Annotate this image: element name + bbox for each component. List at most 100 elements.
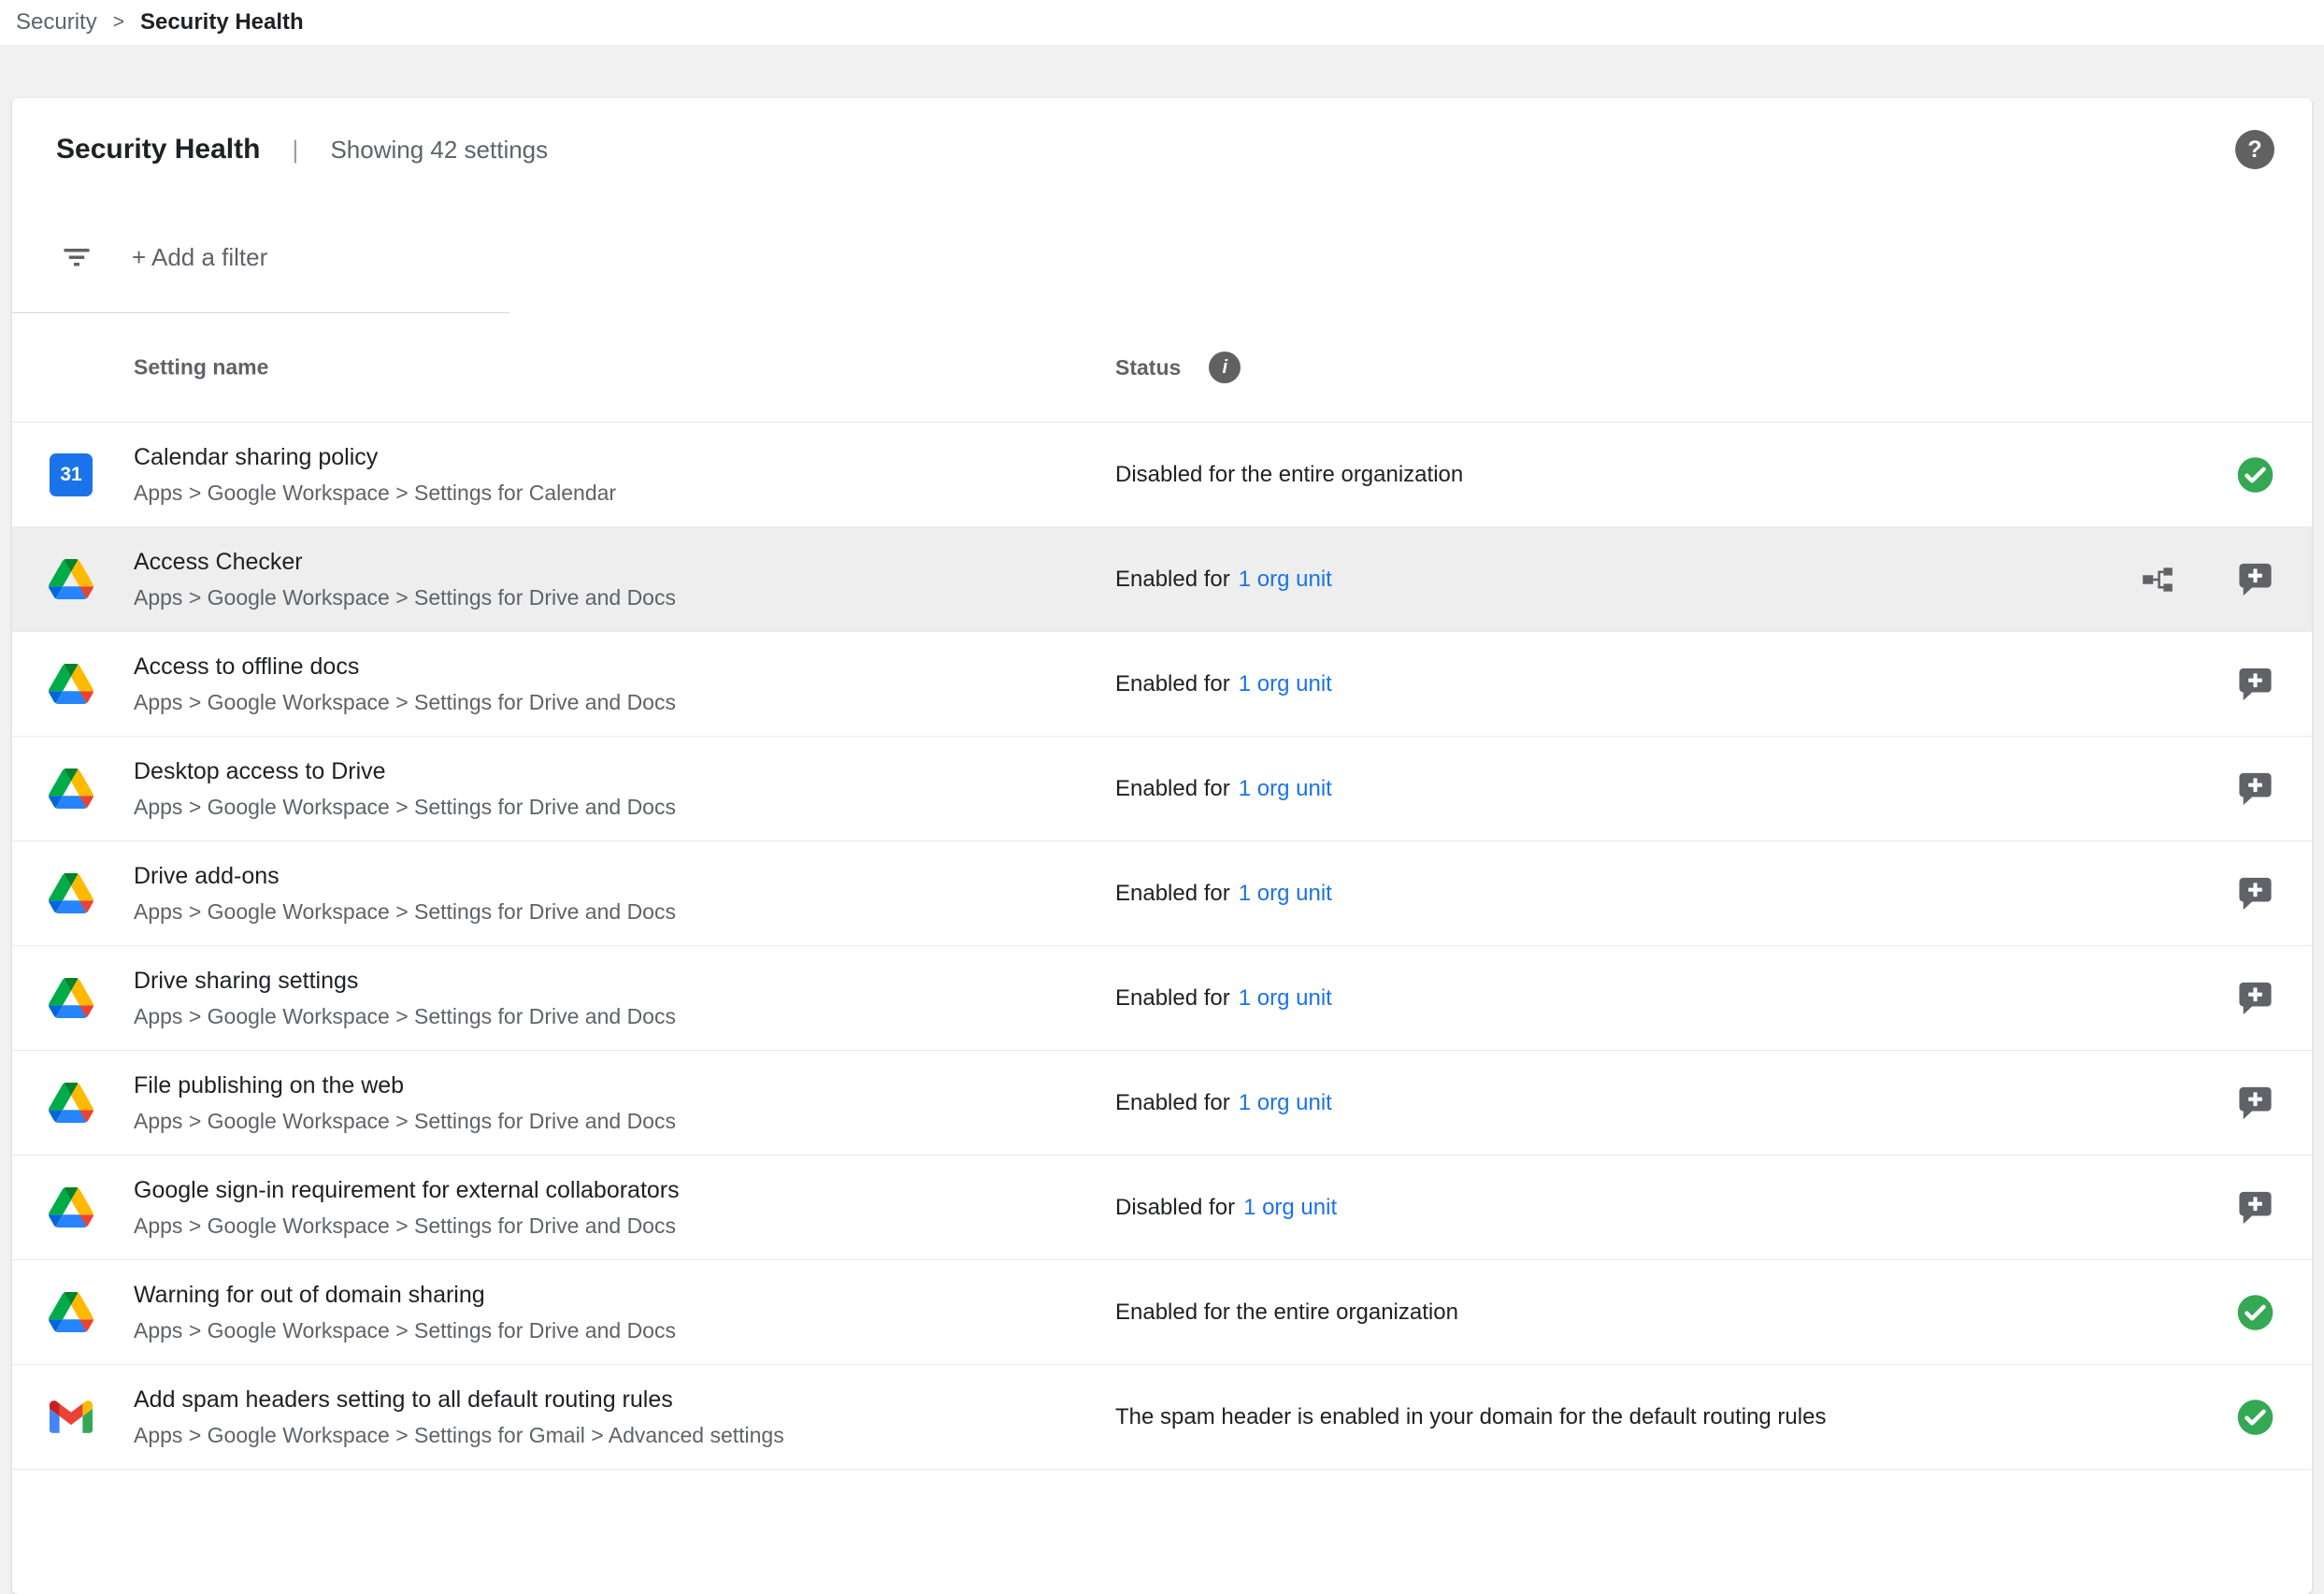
setting-path: Apps > Google Workspace > Settings for D… <box>134 585 676 610</box>
status-text: Enabled for <box>1115 776 1230 802</box>
drive-icon <box>49 1081 93 1126</box>
drive-icon <box>49 662 93 707</box>
setting-title: Desktop access to Drive <box>134 758 676 785</box>
setting-status: Enabled for 1 org unit <box>1115 567 1332 593</box>
setting-status: Enabled for 1 org unit <box>1115 776 1332 802</box>
setting-title: Google sign-in requirement for external … <box>134 1177 680 1204</box>
column-header-setting-name: Setting name <box>134 355 268 381</box>
org-unit-link[interactable]: 1 org unit <box>1239 567 1332 593</box>
status-ok-badge[interactable] <box>2236 455 2274 494</box>
table-row[interactable]: Google sign-in requirement for external … <box>12 1156 2312 1260</box>
drive-icon <box>49 871 93 916</box>
status-info-icon[interactable]: i <box>1209 352 1241 383</box>
gmail-icon <box>49 1395 93 1440</box>
status-text: Disabled for the entire organization <box>1115 462 1463 488</box>
drive-icon <box>49 1185 93 1230</box>
setting-path: Apps > Google Workspace > Settings for D… <box>134 1004 676 1029</box>
setting-path: Apps > Google Workspace > Settings for D… <box>134 1318 676 1343</box>
recommendation-badge[interactable] <box>2236 665 2274 703</box>
security-health-card: Security Health | Showing 42 settings ? … <box>12 98 2312 1594</box>
table-row[interactable]: 31 Calendar sharing policy Apps > Google… <box>12 423 2312 527</box>
setting-info: Calendar sharing policy Apps > Google Wo… <box>134 444 616 506</box>
org-unit-link[interactable]: 1 org unit <box>1239 985 1332 1012</box>
status-ok-badge[interactable] <box>2236 1398 2274 1436</box>
drive-icon <box>49 976 93 1021</box>
setting-title: Drive sharing settings <box>134 968 676 995</box>
status-text: Enabled for <box>1115 985 1230 1012</box>
card-header: Security Health | Showing 42 settings ? <box>12 98 2312 201</box>
setting-path: Apps > Google Workspace > Settings for D… <box>134 899 676 925</box>
setting-info: File publishing on the web Apps > Google… <box>134 1072 676 1134</box>
breadcrumb-separator: > <box>113 11 124 34</box>
status-text: Enabled for <box>1115 567 1230 593</box>
table-row[interactable]: Desktop access to Drive Apps > Google Wo… <box>12 737 2312 841</box>
setting-info: Drive add-ons Apps > Google Workspace > … <box>134 863 676 925</box>
setting-title: Drive add-ons <box>134 863 676 890</box>
org-unit-link[interactable]: 1 org unit <box>1239 881 1332 907</box>
setting-status: Enabled for the entire organization <box>1115 1300 1467 1326</box>
filter-list-icon <box>60 240 93 274</box>
settings-count: Showing 42 settings <box>330 136 548 165</box>
drive-icon <box>49 557 93 602</box>
help-icon[interactable]: ? <box>2235 130 2274 169</box>
setting-status: Enabled for 1 org unit <box>1115 1090 1332 1116</box>
table-row[interactable]: Drive add-ons Apps > Google Workspace > … <box>12 841 2312 946</box>
setting-title: Calendar sharing policy <box>134 444 616 471</box>
calendar-icon: 31 <box>49 452 93 497</box>
breadcrumb-item-security[interactable]: Security <box>16 9 97 36</box>
drive-icon <box>49 767 93 811</box>
org-unit-link[interactable]: 1 org unit <box>1243 1195 1337 1221</box>
setting-title: File publishing on the web <box>134 1072 676 1099</box>
setting-status: Enabled for 1 org unit <box>1115 881 1332 907</box>
setting-title: Warning for out of domain sharing <box>134 1282 676 1309</box>
setting-path: Apps > Google Workspace > Settings for G… <box>134 1423 784 1448</box>
recommendation-badge[interactable] <box>2236 874 2274 912</box>
table-row[interactable]: Access to offline docs Apps > Google Wor… <box>12 632 2312 737</box>
org-tree-icon[interactable] <box>2140 562 2175 597</box>
breadcrumb-item-security-health: Security Health <box>140 9 304 36</box>
setting-title: Access to offline docs <box>134 653 676 681</box>
drive-icon <box>49 1290 93 1335</box>
setting-info: Access Checker Apps > Google Workspace >… <box>134 549 676 610</box>
setting-path: Apps > Google Workspace > Settings for C… <box>134 481 616 506</box>
setting-info: Warning for out of domain sharing Apps >… <box>134 1282 676 1343</box>
setting-info: Drive sharing settings Apps > Google Wor… <box>134 968 676 1029</box>
status-text: Enabled for <box>1115 671 1230 697</box>
recommendation-badge[interactable] <box>2236 1188 2274 1227</box>
table-header: Setting name Status i <box>12 313 2312 423</box>
page-title: Security Health <box>56 134 260 165</box>
setting-status: Disabled for 1 org unit <box>1115 1195 1337 1221</box>
setting-status: The spam header is enabled in your domai… <box>1115 1404 1834 1430</box>
setting-path: Apps > Google Workspace > Settings for D… <box>134 1213 680 1239</box>
setting-info: Desktop access to Drive Apps > Google Wo… <box>134 758 676 820</box>
status-ok-badge[interactable] <box>2236 1293 2274 1331</box>
column-header-status: Status <box>1115 355 1181 381</box>
breadcrumb: Security > Security Health <box>0 0 2324 45</box>
setting-status: Enabled for 1 org unit <box>1115 671 1332 697</box>
status-text: Enabled for <box>1115 1090 1230 1116</box>
setting-info: Access to offline docs Apps > Google Wor… <box>134 653 676 715</box>
table-row[interactable]: File publishing on the web Apps > Google… <box>12 1051 2312 1156</box>
setting-status: Enabled for 1 org unit <box>1115 985 1332 1012</box>
setting-path: Apps > Google Workspace > Settings for D… <box>134 690 676 715</box>
recommendation-badge[interactable] <box>2236 979 2274 1017</box>
setting-title: Access Checker <box>134 549 676 576</box>
status-text: Enabled for <box>1115 881 1230 907</box>
org-unit-link[interactable]: 1 org unit <box>1239 1090 1332 1116</box>
org-unit-link[interactable]: 1 org unit <box>1239 776 1332 802</box>
status-text: The spam header is enabled in your domai… <box>1115 1404 1826 1430</box>
setting-path: Apps > Google Workspace > Settings for D… <box>134 1109 676 1134</box>
recommendation-badge[interactable] <box>2236 1084 2274 1122</box>
table-row[interactable]: Warning for out of domain sharing Apps >… <box>12 1260 2312 1365</box>
setting-status: Disabled for the entire organization <box>1115 462 1471 488</box>
org-unit-link[interactable]: 1 org unit <box>1239 671 1332 697</box>
table-row[interactable]: Access Checker Apps > Google Workspace >… <box>12 527 2312 632</box>
status-text: Disabled for <box>1115 1195 1235 1221</box>
recommendation-badge[interactable] <box>2236 769 2274 808</box>
setting-title: Add spam headers setting to all default … <box>134 1386 784 1414</box>
table-row[interactable]: Add spam headers setting to all default … <box>12 1365 2312 1470</box>
recommendation-badge[interactable] <box>2236 560 2274 598</box>
add-filter-button[interactable]: + Add a filter <box>132 243 267 272</box>
table-row[interactable]: Drive sharing settings Apps > Google Wor… <box>12 946 2312 1051</box>
setting-info: Google sign-in requirement for external … <box>134 1177 680 1239</box>
